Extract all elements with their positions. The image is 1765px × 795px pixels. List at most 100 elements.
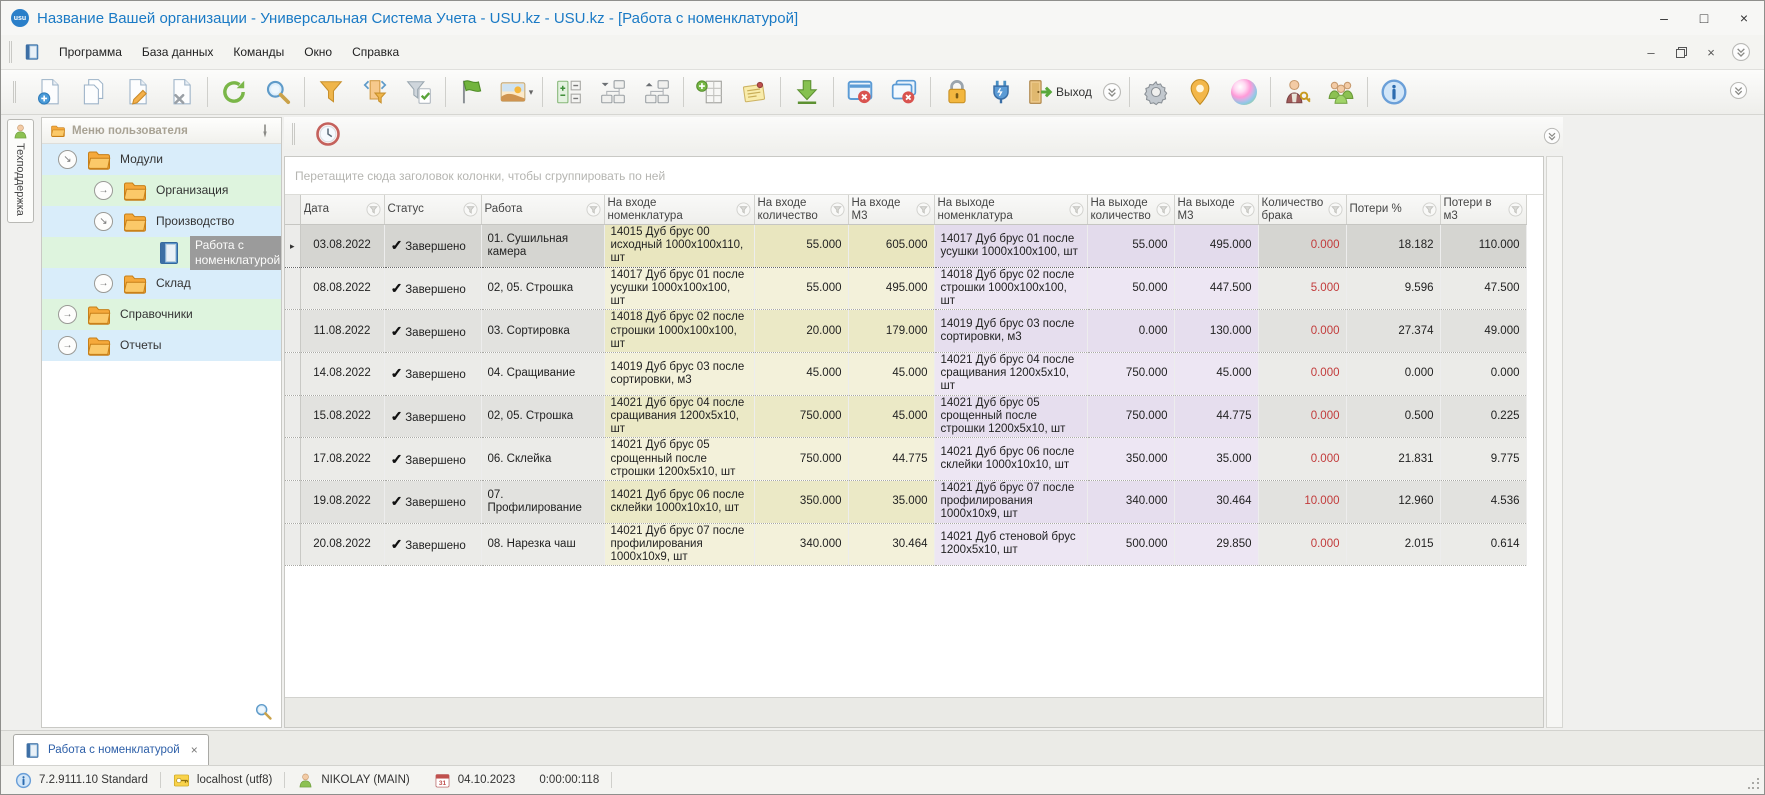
grid-cell-in_m3[interactable]: 45.000: [848, 352, 934, 395]
grid-cell-loss_m3[interactable]: 110.000: [1440, 225, 1526, 268]
column-header-out_nom[interactable]: На выходе номенклатура: [934, 195, 1087, 225]
resize-grip[interactable]: [1748, 778, 1761, 791]
table-row[interactable]: 14.08.2022✓Завершено04. Сращивание14019 …: [285, 352, 1526, 395]
grid-cell-work[interactable]: 02, 05. Строшка: [481, 267, 604, 310]
grid-cell-date[interactable]: 14.08.2022: [300, 352, 384, 395]
grid-cell-in_nom[interactable]: 14015 Дуб брус 00 исходный 1000x100x110,…: [604, 225, 754, 268]
grid-cell-in_nom[interactable]: 14018 Дуб брус 02 после строшки 1000x100…: [604, 310, 754, 353]
grid-cell-defect[interactable]: 0.000: [1258, 225, 1346, 268]
grid-cell-status[interactable]: ✓Завершено: [384, 225, 481, 268]
grid-cell-in_qty[interactable]: 20.000: [754, 310, 848, 353]
grid-cell-date[interactable]: 03.08.2022: [300, 225, 384, 268]
grid-cell-out_qty[interactable]: 55.000: [1087, 225, 1174, 268]
filter-icon[interactable]: [463, 202, 478, 217]
edit-record-button[interactable]: [115, 73, 159, 111]
menu-item-database[interactable]: База данных: [132, 40, 223, 64]
grid-cell-status[interactable]: ✓Завершено: [384, 352, 481, 395]
grid-cell-out_nom[interactable]: 14021 Дуб брус 06 после склейки 1000x10x…: [934, 438, 1087, 481]
expand-node-icon[interactable]: →: [94, 181, 113, 200]
grid-cell-loss_pct[interactable]: 9.596: [1346, 267, 1440, 310]
grid-cell-out_qty[interactable]: 500.000: [1087, 523, 1174, 566]
about-button[interactable]: [1372, 73, 1416, 111]
minimize-button[interactable]: –: [1644, 1, 1684, 35]
copy-record-button[interactable]: [71, 73, 115, 111]
grid-cell-in_nom[interactable]: 14017 Дуб брус 01 после усушки 1000x100x…: [604, 267, 754, 310]
grid-cell-out_nom[interactable]: 14019 Дуб брус 03 после сортировки, м3: [934, 310, 1087, 353]
grid-cell-out_nom[interactable]: 14021 Дуб брус 07 после профилирования 1…: [934, 480, 1087, 523]
table-row[interactable]: 17.08.2022✓Завершено06. Склейка14021 Дуб…: [285, 438, 1526, 481]
grid-cell-loss_m3[interactable]: 0.225: [1440, 395, 1526, 438]
table-row[interactable]: 15.08.2022✓Завершено02, 05. Строшка14021…: [285, 395, 1526, 438]
grid-cell-in_m3[interactable]: 179.000: [848, 310, 934, 353]
grid-cell-in_nom[interactable]: 14021 Дуб брус 06 после склейки 1000x10x…: [604, 480, 754, 523]
tree-item-otchety[interactable]: →Отчеты: [42, 330, 281, 361]
filter-icon[interactable]: [736, 202, 751, 217]
grid-cell-in_qty[interactable]: 750.000: [754, 395, 848, 438]
tree-item-sklad[interactable]: →Склад: [42, 268, 281, 299]
grid-cell-in_qty[interactable]: 350.000: [754, 480, 848, 523]
user-access-button[interactable]: [1275, 73, 1319, 111]
exit-button[interactable]: Выход: [1023, 73, 1099, 111]
tab-close-icon[interactable]: ×: [191, 743, 198, 757]
grid-cell-work[interactable]: 03. Сортировка: [481, 310, 604, 353]
view-toolbar-overflow-chevron-icon[interactable]: [1543, 127, 1561, 145]
grid-cell-loss_pct[interactable]: 18.182: [1346, 225, 1440, 268]
add-column-button[interactable]: [688, 73, 732, 111]
grid-cell-work[interactable]: 06. Склейка: [481, 438, 604, 481]
grid-cell-defect[interactable]: 5.000: [1258, 267, 1346, 310]
dropdown-caret-icon[interactable]: ▾: [529, 87, 534, 98]
settings-button[interactable]: [1134, 73, 1178, 111]
collapse-node-icon[interactable]: ↘: [58, 150, 77, 169]
grid-cell-status[interactable]: ✓Завершено: [384, 267, 481, 310]
search-button[interactable]: [256, 73, 300, 111]
menu-item-commands[interactable]: Команды: [223, 40, 294, 64]
support-tab[interactable]: Техподдержка: [7, 119, 34, 223]
grid-cell-in_m3[interactable]: 45.000: [848, 395, 934, 438]
delete-record-button[interactable]: [159, 73, 203, 111]
grid-cell-out_nom[interactable]: 14021 Дуб стеновой брус 1200x5x10, шт: [934, 523, 1087, 566]
grid-cell-work[interactable]: 01. Сушильная камера: [481, 225, 604, 268]
grid-cell-out_qty[interactable]: 50.000: [1087, 267, 1174, 310]
toolbar-menu-chevron-icon[interactable]: [1102, 82, 1122, 102]
grid-cell-in_qty[interactable]: 45.000: [754, 352, 848, 395]
toolbar-overflow-chevron-icon[interactable]: [1729, 81, 1748, 100]
filter-icon[interactable]: [1240, 202, 1255, 217]
table-row[interactable]: 20.08.2022✓Завершено08. Нарезка чаш14021…: [285, 523, 1526, 566]
menu-item-window[interactable]: Окно: [294, 40, 342, 64]
grid-cell-out_qty[interactable]: 750.000: [1087, 395, 1174, 438]
grid-cell-out_m3[interactable]: 495.000: [1174, 225, 1258, 268]
export-button[interactable]: [785, 73, 829, 111]
grid-cell-status[interactable]: ✓Завершено: [384, 523, 481, 566]
tree-item-proizvodstvo[interactable]: ↘Производство: [42, 206, 281, 237]
grid-cell-out_m3[interactable]: 44.775: [1174, 395, 1258, 438]
grid-cell-out_nom[interactable]: 14021 Дуб брус 04 после сращивания 1200x…: [934, 352, 1087, 395]
filter-columns-button[interactable]: [353, 73, 397, 111]
grid-cell-out_qty[interactable]: 750.000: [1087, 352, 1174, 395]
grid-cell-out_qty[interactable]: 340.000: [1087, 480, 1174, 523]
grid-cell-out_nom[interactable]: 14018 Дуб брус 02 после строшки 1000x100…: [934, 267, 1087, 310]
column-header-loss_m3[interactable]: Потери в м3: [1440, 195, 1526, 225]
grid-cell-status[interactable]: ✓Завершено: [384, 438, 481, 481]
tree-item-rabota-s-nomenklaturoj[interactable]: Работа с номенклатурой: [42, 237, 281, 268]
close-button[interactable]: ×: [1724, 1, 1764, 35]
expand-tree-button[interactable]: [635, 73, 679, 111]
grid-cell-out_m3[interactable]: 29.850: [1174, 523, 1258, 566]
view-toolbar-grip-handle[interactable]: [292, 123, 300, 145]
grid-cell-status[interactable]: ✓Завершено: [384, 480, 481, 523]
grid-cell-out_m3[interactable]: 30.464: [1174, 480, 1258, 523]
grid-cell-out_qty[interactable]: 0.000: [1087, 310, 1174, 353]
grid-cell-status[interactable]: ✓Завершено: [384, 310, 481, 353]
column-header-loss_pct[interactable]: Потери %: [1346, 195, 1440, 225]
lock-button[interactable]: [935, 73, 979, 111]
collapse-tree-button[interactable]: [591, 73, 635, 111]
grid-cell-out_qty[interactable]: 350.000: [1087, 438, 1174, 481]
grid-cell-in_qty[interactable]: 55.000: [754, 267, 848, 310]
grid-cell-work[interactable]: 02, 05. Строшка: [481, 395, 604, 438]
grid-cell-loss_pct[interactable]: 21.831: [1346, 438, 1440, 481]
grid-cell-in_m3[interactable]: 35.000: [848, 480, 934, 523]
column-header-defect[interactable]: Количество брака: [1258, 195, 1346, 225]
grid-cell-defect[interactable]: 10.000: [1258, 480, 1346, 523]
refresh-button[interactable]: [212, 73, 256, 111]
grid-cell-loss_m3[interactable]: 49.000: [1440, 310, 1526, 353]
table-row[interactable]: ▸03.08.2022✓Завершено01. Сушильная камер…: [285, 225, 1526, 268]
